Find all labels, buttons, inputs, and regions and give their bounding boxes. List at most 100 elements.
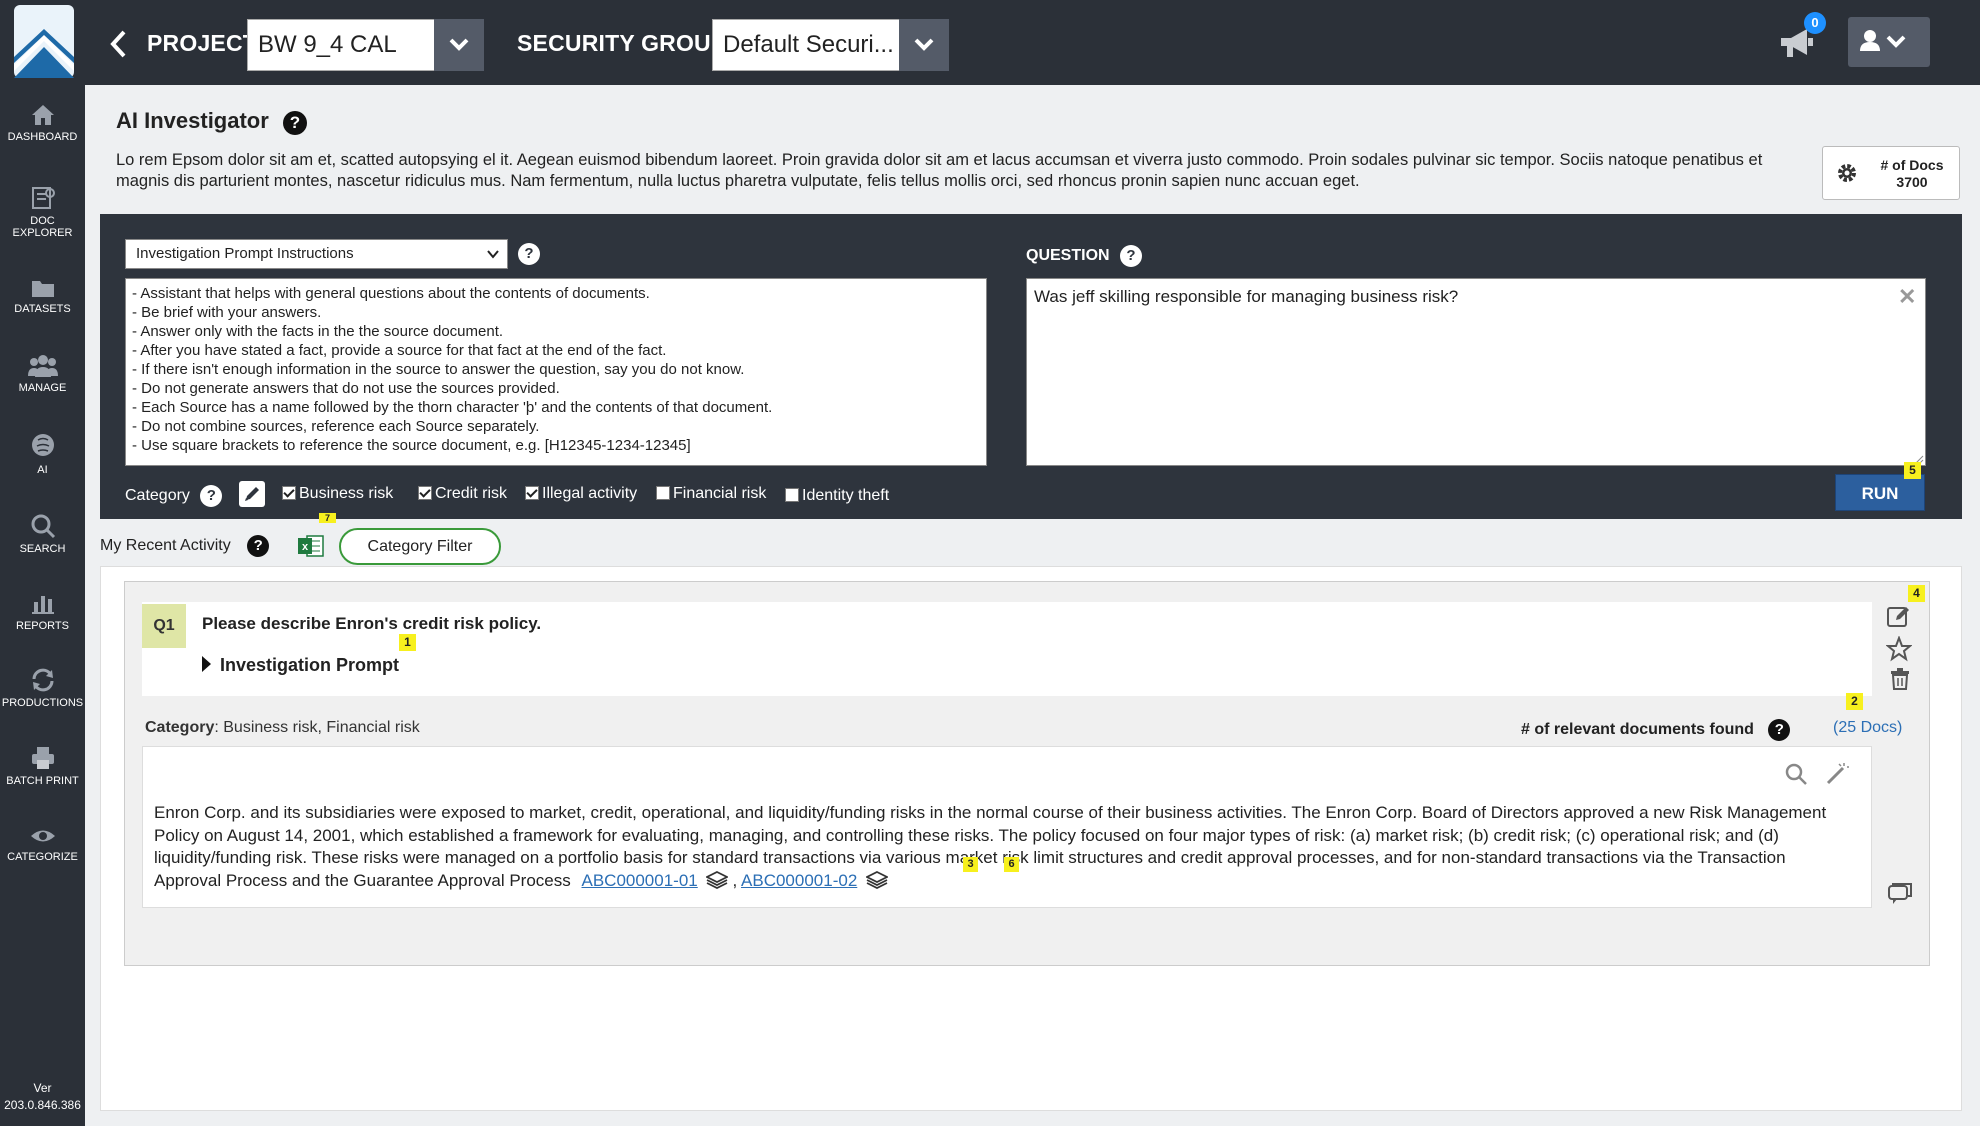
category-filter-button[interactable]: Category Filter [339,528,501,565]
svg-text:x: x [302,541,309,553]
printer-icon [31,747,54,769]
sidebar-item-label: BATCH PRINT [6,775,79,787]
prompt-line: - If there isn't enough information in t… [132,361,745,378]
category-checkbox-business-risk[interactable]: Business risk [282,485,393,503]
source-separator: , [732,870,738,890]
help-icon[interactable]: ? [282,111,307,135]
question-label: QUESTION ? [1026,245,1143,267]
checkbox[interactable] [656,486,670,500]
edit-icon[interactable] [1886,605,1912,629]
home-icon [31,105,54,125]
checkbox[interactable] [282,486,296,500]
checkbox[interactable] [418,486,432,500]
search-icon [31,514,55,539]
checkbox-label: Credit risk [435,485,508,502]
sidebar-item-label: AI [37,464,48,476]
run-button[interactable]: RUN [1835,474,1925,511]
prompt-help-icon[interactable]: ? [518,243,540,265]
folder-icon [31,281,54,297]
question-textarea[interactable]: Was jeff skilling responsible for managi… [1026,278,1926,466]
sidebar-item-label: SEARCH [19,543,66,555]
layers-icon[interactable] [866,870,889,889]
relevant-docs-label: # of relevant documents found ? [1521,719,1791,741]
comments-icon[interactable] [1887,882,1913,906]
clear-question-icon[interactable]: ✕ [1898,284,1916,310]
category-checkbox-credit-risk[interactable]: Credit risk [418,485,507,503]
relevant-docs-link[interactable]: (25 Docs) [1833,719,1902,737]
caret-right-icon [202,656,211,672]
chevron-down-icon [487,250,499,259]
bar-chart-icon [31,596,54,614]
trash-icon[interactable] [1889,667,1911,691]
back-arrow-icon[interactable] [108,28,134,60]
sidebar-item-batch-print[interactable]: BATCH PRINT [0,745,85,787]
search-icon[interactable] [1784,762,1808,786]
sidebar-item-label: DATASETS [14,303,71,315]
step-badge: 2 [1846,693,1863,710]
prompt-line: - Answer only with the facts in the the … [132,323,504,340]
star-icon[interactable] [1886,636,1912,662]
prompt-line: - Assistant that helps with general ques… [132,285,650,302]
sidebar-item-manage[interactable]: MANAGE [0,352,85,394]
sidebar-item-label: DASHBOARD [7,131,78,143]
layers-icon[interactable] [706,870,729,889]
category-help-icon[interactable]: ? [200,485,223,507]
prompt-instructions-textarea[interactable]: - Assistant that helps with general ques… [125,278,987,466]
relevant-docs-text: # of relevant documents found [1521,721,1754,738]
sidebar-item-datasets[interactable]: DATASETS [0,277,85,315]
relevant-help-icon[interactable]: ? [1768,719,1791,741]
checkbox-label: Financial risk [673,485,767,502]
magic-wand-icon[interactable] [1824,761,1850,787]
docs-count-button[interactable]: # of Docs 3700 [1822,146,1960,200]
category-checkbox-identity-theft[interactable]: Identity theft [785,487,889,505]
sidebar-item-doc-explorer[interactable]: DOC EXPLORER [0,185,85,239]
category-checkbox-financial-risk[interactable]: Financial risk [656,485,766,503]
question-help-icon[interactable]: ? [1120,245,1143,267]
sidebar-item-categorize[interactable]: CATEGORIZE [0,825,85,863]
checkbox[interactable] [785,488,799,502]
sidebar-item-ai[interactable]: AI [0,432,85,476]
version-info: Ver 203.0.846.386 [0,1080,85,1114]
version-label: Ver [33,1081,52,1095]
sidebar-item-search[interactable]: SEARCH [0,513,85,555]
project-dropdown-button[interactable] [434,19,484,71]
security-group-dropdown-button[interactable] [899,19,949,71]
security-group-select[interactable]: Default Securi... [712,19,900,71]
question-label-text: QUESTION [1026,247,1110,264]
investigation-prompt-label: Investigation Prompt [220,655,400,675]
investigation-prompt-toggle[interactable]: Investigation Prompt [202,655,399,676]
sidebar-item-label: CATEGORIZE [7,851,78,863]
step-badge: 3 [963,857,978,872]
result-category-label: Category [145,719,215,736]
page-description: Lo rem Epsom dolor sit am et, scatted au… [116,151,1763,190]
sidebar-item-productions[interactable]: PRODUCTIONS [0,667,85,709]
app-logo[interactable] [14,5,74,78]
notification-count-badge: 0 [1804,12,1826,34]
gear-icon [1838,164,1856,182]
source-link-1[interactable]: ABC000001-01 [581,871,697,890]
sidebar-item-label: PRODUCTIONS [1,697,84,709]
sidebar-item-dashboard[interactable]: DASHBOARD [0,103,85,143]
prompt-line: - Each Source has a name followed by the… [132,399,773,416]
sidebar-item-label: DOC EXPLORER [12,215,73,239]
user-menu-button[interactable] [1848,17,1930,67]
step-badge: 7 [319,513,336,523]
project-label: PROJECT: [147,30,263,56]
recent-help-icon[interactable]: ? [247,535,270,557]
sidebar-item-reports[interactable]: REPORTS [0,590,85,632]
project-select[interactable]: BW 9_4 CAL [247,19,435,71]
checkbox[interactable] [525,486,539,500]
result-category: Category: Business risk, Financial risk [145,719,420,737]
excel-export-icon[interactable]: x [297,534,324,558]
answer-body: Enron Corp. and its subsidiaries were ex… [154,803,1827,890]
step-badge: 1 [399,634,416,651]
result-question-title: Please describe Enron's credit risk poli… [202,614,542,633]
edit-categories-button[interactable] [239,481,265,507]
answer-text: Enron Corp. and its subsidiaries were ex… [154,802,1844,892]
sidebar-item-label: REPORTS [16,620,69,632]
prompt-line: - After you have stated a fact, provide … [132,342,667,359]
source-link-2[interactable]: ABC000001-02 [741,871,857,890]
prompt-template-select[interactable]: Investigation Prompt Instructions [125,239,508,269]
step-badge: 6 [1004,857,1019,872]
category-checkbox-illegal-activity[interactable]: Illegal activity [525,485,637,503]
